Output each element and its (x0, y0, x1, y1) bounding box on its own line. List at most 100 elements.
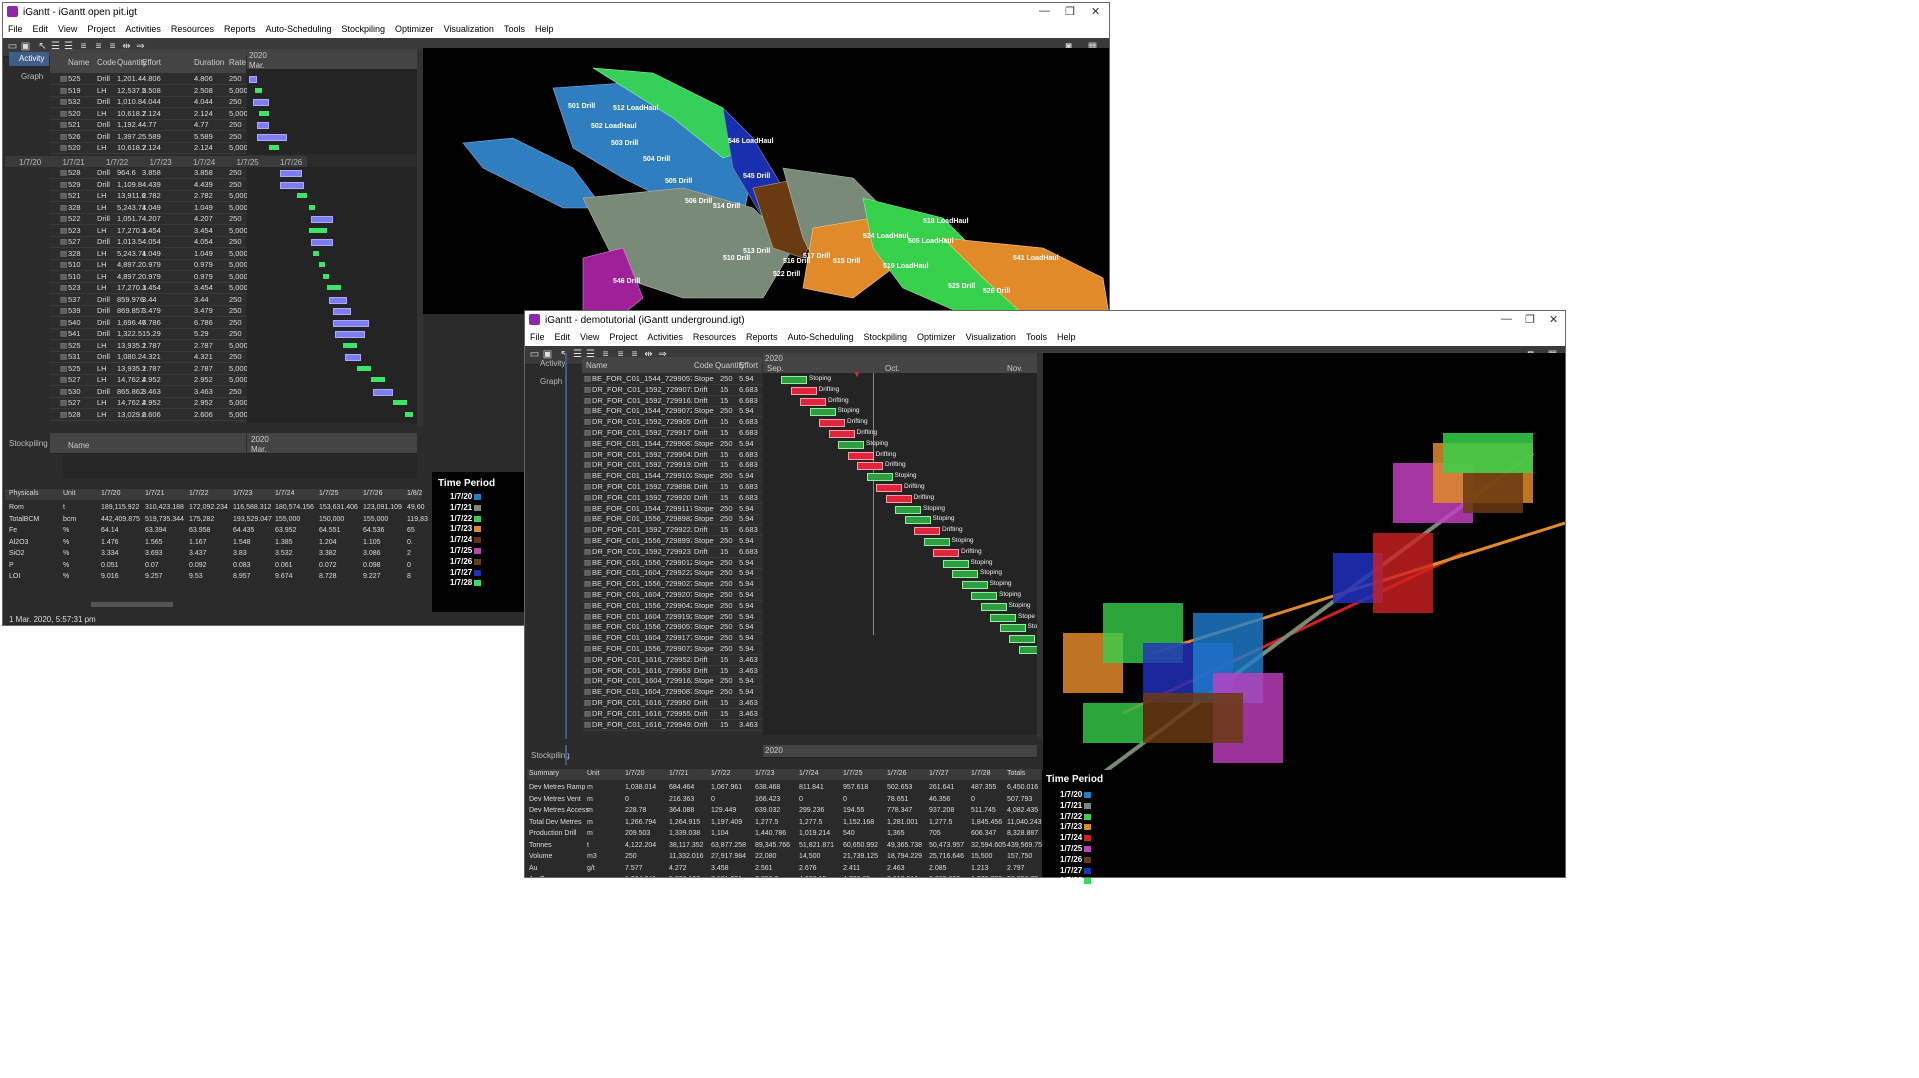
close-icon[interactable]: ✕ (1549, 313, 1558, 326)
gantt-bar[interactable] (990, 613, 1016, 622)
stockpile-col-name[interactable]: Name (68, 441, 89, 450)
menu-resources[interactable]: Resources (688, 330, 741, 342)
header-cell[interactable]: 1/7/22 (189, 490, 208, 497)
open-icon[interactable]: ▭ (529, 349, 540, 360)
header-cell[interactable]: 1/7/24 (799, 770, 818, 777)
table-row[interactable]: ▤ 527 LH 14,762.4 2.952 2.952 5,000 (50, 374, 248, 386)
table-row[interactable]: ▤ 520 LH 10,618.7 2.124 2.124 5,000 (50, 108, 248, 120)
gantt-bar[interactable] (952, 570, 978, 579)
menu-auto-scheduling[interactable]: Auto-Scheduling (260, 22, 336, 34)
table-row[interactable]: ▤ 510 LH 4,897.2 0.979 0.979 5,000 (50, 259, 248, 271)
table-row[interactable]: ▤ 526 Drill 1,397.2 5.589 5.589 250 (50, 131, 246, 143)
gantt-bar[interactable] (335, 331, 365, 338)
gantt-bar[interactable] (257, 133, 287, 141)
gantt-bar[interactable] (885, 494, 912, 503)
gantt-bar[interactable] (876, 484, 902, 492)
header-cell[interactable]: Unit (63, 490, 75, 497)
table-row[interactable]: ▤ 523 LH 17,270.1 3.454 3.454 5,000 (50, 225, 248, 237)
table-row[interactable]: ▤ 520 LH 10,618.7 2.124 2.124 5,000 (50, 142, 248, 154)
header-cell[interactable]: 1/7/25 (319, 490, 338, 497)
stockpiling-tab[interactable]: Stockpiling (9, 439, 48, 448)
gantt-bar[interactable] (249, 76, 257, 83)
gantt-bar[interactable] (313, 250, 319, 256)
header-cell[interactable]: 1/7/23 (755, 770, 774, 777)
pit-3d-view[interactable]: 501 Drill 512 LoadHaul 502 LoadHaul 503 Dri… (423, 48, 1109, 314)
col-duration[interactable]: Duration (194, 58, 224, 67)
horizontal-scrollbar[interactable] (91, 602, 173, 607)
table-row[interactable]: ▤ 529 Drill 1,109.8 4.439 4.439 250 (50, 179, 246, 191)
col-code[interactable]: Code (97, 58, 116, 67)
activity-tab[interactable]: Activity (540, 359, 565, 368)
header-cell[interactable]: 1/7/27 (929, 770, 948, 777)
col-name[interactable]: Name (68, 58, 89, 67)
gantt-bar[interactable] (309, 227, 327, 233)
header-cell[interactable]: 1/7/23 (233, 490, 252, 497)
gantt-bar[interactable] (255, 87, 262, 93)
minimize-icon[interactable]: — (1039, 5, 1050, 17)
header-cell[interactable]: 1/7/26 (363, 490, 382, 497)
gantt-bar[interactable] (866, 473, 893, 482)
menu-view[interactable]: View (575, 330, 604, 342)
table-row[interactable]: ▤ 532 Drill 1,010.8 4.044 4.044 250 (50, 96, 246, 108)
col-name[interactable]: Name (586, 361, 607, 370)
gantt-bar[interactable] (781, 376, 807, 384)
gantt-bar[interactable] (280, 170, 302, 177)
stockpiling-tab[interactable]: Stockpiling (531, 751, 570, 760)
header-cell[interactable]: 1/7/25 (843, 770, 862, 777)
header-cell[interactable]: 1/7/20 (625, 770, 644, 777)
gantt-bar[interactable] (371, 377, 385, 382)
table-row[interactable]: ▤ 521 LH 13,911.6 2.782 2.782 5,000 (50, 190, 248, 202)
table-row[interactable]: ▤ 528 Drill 964.6 3.858 3.858 250 (50, 167, 246, 179)
gantt-bar[interactable] (373, 388, 393, 396)
menu-resources[interactable]: Resources (166, 22, 219, 34)
menu-stockpiling[interactable]: Stockpiling (337, 22, 391, 34)
table-row[interactable]: ▤ 541 Drill 1,322.5 15.29 5.29 250 (50, 328, 246, 340)
table-row[interactable]: ▤ 530 Drill 865.862 3.463 3.463 250 (50, 386, 246, 398)
menu-file[interactable]: File (525, 330, 550, 342)
table-row[interactable]: ▤ 525 LH 13,935.1 2.787 2.787 5,000 (50, 340, 248, 352)
gantt-bar[interactable] (323, 273, 329, 279)
menu-view[interactable]: View (53, 22, 82, 34)
table-row[interactable]: ▤ 537 Drill 859.976 3.44 3.44 250 (50, 294, 246, 306)
menu-project[interactable]: Project (604, 330, 642, 342)
gantt-bar[interactable] (933, 548, 959, 557)
menu-help[interactable]: Help (1052, 330, 1081, 342)
open-icon[interactable]: ▭ (7, 41, 18, 52)
gantt-bar[interactable] (280, 181, 304, 189)
menu-tools[interactable]: Tools (1021, 330, 1052, 342)
table-row[interactable]: ▤ 527 Drill 1,013.5 4.054 4.054 250 (50, 236, 246, 248)
gantt-bar[interactable] (838, 440, 864, 449)
gantt-bar[interactable] (790, 386, 817, 395)
table-row[interactable]: ▤ 539 Drill 869.857 3.479 3.479 250 (50, 305, 246, 317)
gantt-bar[interactable] (819, 419, 845, 428)
table-row[interactable]: ▤ 525 LH 13,935.1 2.787 2.787 5,000 (50, 363, 248, 375)
minimize-icon[interactable]: — (1501, 313, 1512, 325)
gantt-bar[interactable] (309, 204, 315, 210)
graph-tab[interactable]: Graph (540, 377, 562, 386)
gantt-bar[interactable] (269, 145, 279, 150)
gantt-bar[interactable] (311, 239, 333, 246)
menu-stockpiling[interactable]: Stockpiling (859, 330, 913, 342)
gantt-bar[interactable] (923, 538, 950, 546)
col-code[interactable]: Code (694, 361, 713, 370)
menu-activities[interactable]: Activities (120, 22, 166, 34)
close-icon[interactable]: ✕ (1091, 5, 1100, 18)
gantt-bar[interactable] (257, 122, 269, 129)
table-row[interactable]: ▤ 531 Drill 1,080.2 4.321 4.321 250 (50, 351, 246, 363)
gantt-bar[interactable] (904, 516, 931, 525)
table-row[interactable]: ▤ 527 LH 14,762.4 2.952 2.952 5,000 (50, 397, 248, 409)
gantt-bar[interactable] (327, 285, 341, 290)
table-row[interactable]: ▤ 525 Drill 1,201.4 4.806 4.806 250 (50, 73, 246, 85)
gantt-bar[interactable] (333, 308, 351, 315)
gantt-bar[interactable] (895, 505, 921, 514)
gantt-bar[interactable] (961, 581, 988, 590)
maximize-icon[interactable]: ❐ (1525, 313, 1535, 326)
gantt-bar[interactable] (333, 319, 369, 327)
menu-reports[interactable]: Reports (741, 330, 783, 342)
table-row[interactable]: ▤ 528 LH 13,029.6 2.606 2.606 5,000 (50, 409, 248, 421)
menu-file[interactable]: File (3, 22, 28, 34)
table-row[interactable]: ▤ 540 Drill 1,696.47 6.786 6.786 250 (50, 317, 246, 329)
gantt-bar[interactable] (999, 624, 1026, 633)
gantt-bar[interactable] (847, 451, 874, 460)
table-row[interactable]: ▤DR_FOR_C01_1616_7299492.00Drift 15 3.463 (582, 719, 762, 731)
